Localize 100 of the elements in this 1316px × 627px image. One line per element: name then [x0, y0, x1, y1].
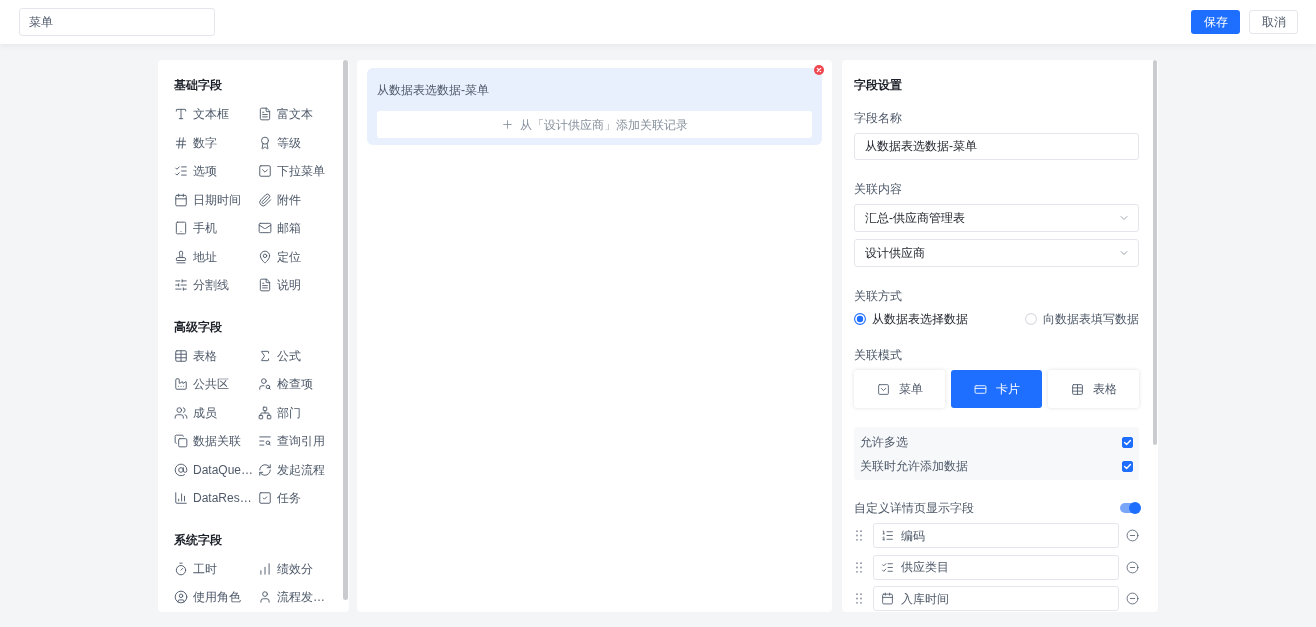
- user-circle-icon: [174, 590, 188, 605]
- plus-icon: [501, 118, 514, 131]
- copy-icon: [174, 434, 188, 449]
- panel-title: 字段设置: [854, 77, 903, 94]
- drag-handle-icon[interactable]: [856, 530, 862, 541]
- field-type-item[interactable]: 邮箱: [258, 214, 338, 243]
- field-type-item[interactable]: 使用角色: [174, 583, 258, 612]
- mode-tab[interactable]: 表格: [1048, 370, 1139, 408]
- radio-button[interactable]: [854, 313, 866, 325]
- stamp-icon: [174, 249, 188, 264]
- field-type-item[interactable]: 公式: [258, 341, 338, 370]
- field-type-item[interactable]: 定位: [258, 242, 338, 271]
- minus-circle-icon[interactable]: [1126, 529, 1139, 542]
- field-type-item[interactable]: 部门: [258, 398, 338, 427]
- mode-tab[interactable]: 菜单: [854, 370, 945, 408]
- detail-field-item[interactable]: 供应类目: [873, 554, 1119, 580]
- radio-label[interactable]: 从数据表选择数据: [872, 310, 968, 328]
- user-search-icon: [258, 377, 272, 392]
- minus-circle-icon[interactable]: [1126, 560, 1139, 574]
- field-type-item[interactable]: 数字: [174, 128, 258, 157]
- field-type-item[interactable]: 富文本: [258, 100, 338, 129]
- setting-label: 关联模式: [854, 347, 903, 364]
- field-type-item[interactable]: 任务: [258, 484, 338, 513]
- scrollbar-thumb[interactable]: [343, 60, 348, 600]
- form-field-card[interactable]: 从数据表选数据-菜单 从「设计供应商」添加关联记录: [367, 68, 822, 145]
- field-type-item[interactable]: 流程发…: [258, 583, 338, 612]
- field-type-item[interactable]: 手机: [174, 214, 258, 243]
- award-icon: [258, 135, 272, 150]
- field-name-input[interactable]: 从数据表选数据-菜单: [854, 133, 1139, 160]
- at-sign-icon: [174, 462, 188, 477]
- detail-field-item[interactable]: 编码: [873, 523, 1119, 548]
- drag-handle-icon[interactable]: [856, 593, 862, 604]
- field-type-item[interactable]: 工时: [174, 554, 258, 583]
- field-type-item[interactable]: 等级: [258, 128, 338, 157]
- select-field[interactable]: 汇总-供应商管理表: [854, 204, 1139, 232]
- field-type-item[interactable]: DataQue…: [174, 455, 258, 484]
- field-type-item[interactable]: 检查项: [258, 370, 338, 399]
- radio-label[interactable]: 向数据表填写数据: [1043, 310, 1139, 328]
- square-chevron-icon: [876, 382, 890, 396]
- tablet-icon: [174, 221, 188, 236]
- sliders-icon: [174, 278, 188, 293]
- field-type-item[interactable]: 绩效分: [258, 554, 338, 583]
- circular-arrows-icon: [258, 462, 272, 477]
- hash-icon: [174, 135, 188, 150]
- checkbox[interactable]: [1122, 436, 1133, 448]
- check-square-icon: [258, 491, 272, 506]
- letter-t-icon: [174, 107, 188, 122]
- field-type-item[interactable]: 下拉菜单: [258, 157, 338, 186]
- bar-chart-icon: [174, 491, 188, 506]
- field-type-item[interactable]: 表格: [174, 341, 258, 370]
- section-title: 基础字段: [174, 77, 223, 94]
- calendar-icon: [881, 592, 894, 605]
- drag-handle-icon[interactable]: [856, 561, 862, 573]
- save-button[interactable]: 保存: [1191, 10, 1240, 34]
- checkbox[interactable]: [1122, 460, 1133, 472]
- mode-tab[interactable]: 卡片: [951, 370, 1042, 408]
- minus-circle-icon[interactable]: [1126, 592, 1139, 605]
- document-icon: [258, 278, 272, 293]
- bar-chart-icon: [258, 561, 272, 576]
- field-type-item[interactable]: 说明: [258, 271, 338, 300]
- table-icon: [1070, 382, 1084, 396]
- field-type-item[interactable]: DataRes…: [174, 484, 258, 513]
- factory-icon: [174, 377, 188, 392]
- close-icon[interactable]: [814, 65, 824, 75]
- title-input[interactable]: 菜单: [19, 8, 215, 36]
- section-title: 高级字段: [174, 318, 223, 336]
- scrollbar-thumb[interactable]: [1153, 60, 1157, 445]
- section-title: 系统字段: [174, 531, 223, 549]
- field-type-item[interactable]: 日期时间: [174, 185, 258, 214]
- toggle-switch[interactable]: [1120, 503, 1140, 513]
- setting-label: 关联内容: [854, 181, 903, 198]
- mail-icon: [258, 221, 272, 236]
- table-icon: [174, 348, 188, 363]
- field-type-item[interactable]: 分割线: [174, 271, 258, 300]
- user-icon: [258, 590, 272, 605]
- checklist-icon: [881, 560, 894, 574]
- field-type-item[interactable]: 附件: [258, 185, 338, 214]
- paperclip-icon: [258, 192, 272, 207]
- field-type-item[interactable]: 选项: [174, 157, 258, 186]
- detail-field-item[interactable]: 入库时间: [873, 586, 1119, 611]
- setting-label: 自定义详情页显示字段: [854, 500, 974, 517]
- field-type-item[interactable]: 文本框: [174, 100, 258, 129]
- option-label: 允许多选: [860, 434, 908, 451]
- field-type-item[interactable]: 发起流程: [258, 455, 338, 484]
- field-type-item[interactable]: 公共区: [174, 370, 258, 399]
- sigma-icon: [258, 348, 272, 363]
- field-type-item[interactable]: 成员: [174, 398, 258, 427]
- document-icon: [258, 107, 272, 122]
- setting-label: 字段名称: [854, 110, 903, 127]
- map-pin-icon: [258, 249, 272, 264]
- field-type-item[interactable]: 查询引用: [258, 427, 338, 456]
- cancel-button[interactable]: 取消: [1249, 10, 1298, 34]
- select-field[interactable]: 设计供应商: [854, 239, 1139, 267]
- field-type-item[interactable]: 数据关联: [174, 427, 258, 456]
- checklist-icon: [174, 164, 188, 179]
- option-label: 关联时允许添加数据: [860, 458, 968, 475]
- card-icon: [973, 382, 987, 396]
- setting-label: 关联方式: [854, 288, 903, 305]
- field-type-item[interactable]: 地址: [174, 242, 258, 271]
- calendar-icon: [174, 192, 188, 207]
